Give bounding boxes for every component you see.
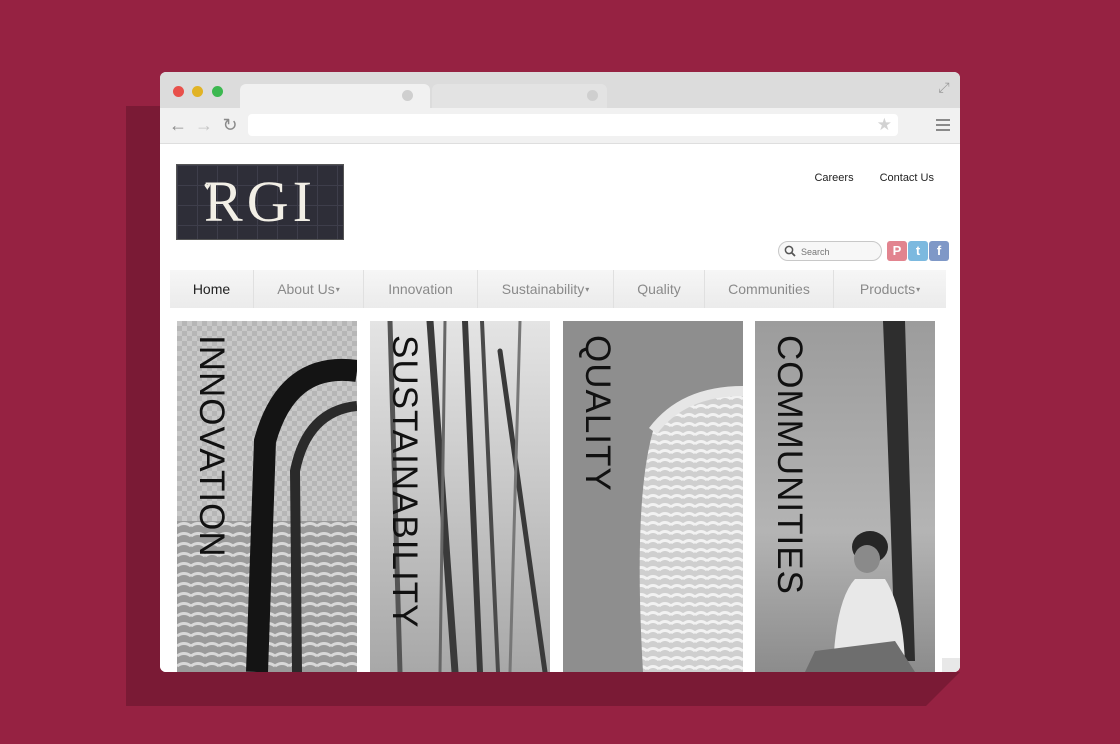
search-icon[interactable] — [784, 245, 796, 257]
star-icon[interactable]: ★ — [877, 115, 892, 135]
panel-communities[interactable]: COMMUNITIES — [755, 321, 935, 672]
caret-down-icon: ▾ — [585, 285, 590, 294]
careers-link[interactable]: Careers — [814, 172, 853, 184]
contact-us-link[interactable]: Contact Us — [880, 172, 934, 184]
browser-tab-active[interactable] — [240, 84, 430, 108]
reload-icon[interactable]: ↻ — [220, 115, 240, 135]
search-box — [778, 241, 882, 261]
panel-label: SUSTAINABILITY — [385, 335, 424, 629]
menu-icon[interactable] — [936, 119, 950, 131]
main-nav: Home About Us▾ Innovation Sustainability… — [170, 270, 946, 308]
panel-sustainability[interactable]: SUSTAINABILITY — [370, 321, 550, 672]
browser-toolbar: ← → ↻ ★ — [160, 108, 960, 144]
tab-close-icon[interactable] — [587, 90, 598, 101]
browser-tab-new[interactable] — [432, 84, 607, 108]
panel-label: INNOVATION — [192, 335, 231, 558]
title-bar: ⤢ — [160, 72, 960, 108]
nav-home[interactable]: Home — [170, 270, 254, 308]
tab-close-icon[interactable] — [402, 90, 413, 101]
panel-innovation[interactable]: INNOVATION — [177, 321, 357, 672]
nav-quality[interactable]: Quality — [614, 270, 705, 308]
pinterest-icon[interactable]: P — [887, 241, 907, 261]
site-logo[interactable]: ♥ RGI — [176, 164, 344, 240]
scrollbar-corner — [942, 658, 960, 672]
nav-label: Home — [192, 281, 231, 297]
caret-down-icon: ▾ — [916, 285, 921, 294]
logo-text: RGI — [204, 169, 316, 234]
minimize-window-button[interactable] — [192, 86, 203, 97]
web-page: ♥ RGI Careers Contact Us P t f Home Abou… — [160, 144, 960, 672]
nav-label: Communities — [728, 281, 810, 297]
back-arrow-icon[interactable]: ← — [168, 115, 188, 135]
window-shadow-tip — [926, 672, 960, 706]
nav-label: Sustainability — [501, 281, 585, 297]
nav-label: Innovation — [388, 281, 453, 297]
panel-quality[interactable]: QUALITY — [563, 321, 743, 672]
nav-label: About Us — [277, 281, 335, 297]
nav-communities[interactable]: Communities — [705, 270, 834, 308]
browser-window: ⤢ ← → ↻ ★ ♥ RGI Careers Contact Us Searc… — [160, 72, 960, 672]
feature-panels: INNOVATION SUSTAINABILITY QUALITY COMMUN… — [177, 321, 937, 672]
nav-about-us[interactable]: About Us▾ — [254, 270, 364, 308]
panel-label: COMMUNITIES — [770, 335, 809, 595]
social-links: P t f — [887, 241, 949, 261]
caret-down-icon: ▾ — [335, 285, 340, 294]
nav-products[interactable]: Products▾ — [834, 270, 946, 308]
twitter-icon[interactable]: t — [908, 241, 928, 261]
facebook-icon[interactable]: f — [929, 241, 949, 261]
top-links: Careers Contact Us — [814, 172, 934, 184]
panel-label: QUALITY — [578, 335, 617, 492]
nav-label: Products — [859, 281, 916, 297]
forward-arrow-icon[interactable]: → — [194, 115, 214, 135]
maximize-window-button[interactable] — [212, 86, 223, 97]
address-bar[interactable]: ★ — [248, 114, 898, 136]
close-window-button[interactable] — [173, 86, 184, 97]
search-input[interactable] — [801, 244, 877, 259]
expand-icon[interactable]: ⤢ — [936, 79, 952, 95]
nav-sustainability[interactable]: Sustainability▾ — [478, 270, 614, 308]
nav-label: Quality — [637, 281, 681, 297]
nav-innovation[interactable]: Innovation — [364, 270, 478, 308]
